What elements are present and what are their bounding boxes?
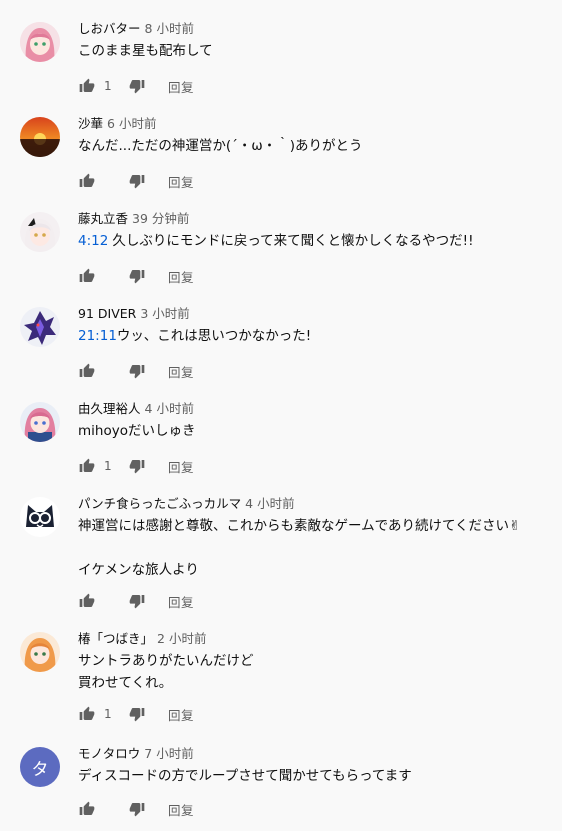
thumbs-up-icon[interactable]	[78, 362, 96, 380]
thumbs-up-icon[interactable]	[78, 172, 96, 190]
comment-time[interactable]: 39 分钟前	[132, 211, 189, 226]
thumbs-down-icon[interactable]	[128, 267, 146, 285]
comment-author[interactable]: しおバター	[78, 21, 141, 36]
avatar[interactable]	[20, 212, 60, 252]
comment-time[interactable]: 3 小时前	[140, 306, 189, 321]
comment-author[interactable]: 91 DIVER	[78, 306, 136, 321]
comment-toolbar: 回复	[78, 264, 194, 288]
like-count: 1	[104, 459, 112, 473]
comment-text: ディスコードの方でループさせて聞かせてもらってます	[78, 765, 554, 787]
comment-line: 21:11ウッ、これは思いつかなかった!	[78, 325, 554, 347]
comment-line: このまま星も配布して	[78, 43, 213, 59]
comment-line: ディスコードの方でループさせて聞かせてもらってます	[78, 768, 412, 784]
avatar[interactable]	[20, 402, 60, 442]
comment-text: mihoyoだいしゅき	[78, 420, 554, 442]
timestamp-link[interactable]: 21:11	[78, 328, 117, 344]
comment-time[interactable]: 2 小时前	[157, 631, 206, 646]
comment-toolbar: 1 回复	[78, 74, 194, 98]
thumbs-down-icon[interactable]	[128, 77, 146, 95]
comment-author[interactable]: モノタロウ	[78, 746, 140, 761]
comment-author[interactable]: 沙華	[78, 116, 103, 131]
comment-author[interactable]: 由久理裕人	[78, 401, 141, 416]
thumbs-down-icon[interactable]	[128, 592, 146, 610]
reply-button[interactable]: 回复	[168, 592, 194, 611]
thumbs-up-icon[interactable]	[78, 705, 96, 723]
comment-author[interactable]: 椿「つばき」	[78, 631, 153, 646]
comment-line-text: ウッ、これは思いつかなかった!	[116, 328, 312, 344]
avatar[interactable]: タ	[20, 747, 60, 787]
reply-button[interactable]: 回复	[168, 800, 194, 819]
comment-line: 4:12 久しぶりにモンドに戻って来て聞くと懐かしくなるやつだ!!	[78, 230, 554, 252]
avatar[interactable]	[20, 307, 60, 347]
reply-button[interactable]: 回复	[168, 267, 194, 286]
comment-line: 神運営には感謝と尊敬、これからも素敵なゲームであり続けてください✌	[78, 518, 521, 534]
comment-text: 神運営には感謝と尊敬、これからも素敵なゲームであり続けてください✌ イケメンな旅…	[78, 515, 554, 581]
thumbs-down-icon[interactable]	[128, 800, 146, 818]
timestamp-link[interactable]: 4:12	[78, 233, 108, 249]
comment-author[interactable]: パンチ食らったごふっカルマ	[78, 496, 241, 511]
comment-toolbar: 1 回复	[78, 702, 194, 726]
comment-line: mihoyoだいしゅき	[78, 423, 196, 439]
comment-toolbar: 回复	[78, 589, 194, 613]
comment-time[interactable]: 4 小时前	[145, 401, 194, 416]
comment-text: なんだ...ただの神運営か(´・ω・｀)ありがとう	[78, 135, 554, 157]
comment-time[interactable]: 7 小时前	[144, 746, 193, 761]
comment-time[interactable]: 6 小时前	[107, 116, 156, 131]
comment-time[interactable]: 8 小时前	[145, 21, 194, 36]
thumbs-down-icon[interactable]	[128, 705, 146, 723]
like-count: 1	[104, 79, 112, 93]
comment-toolbar: 回复	[78, 797, 194, 821]
reply-button[interactable]: 回复	[168, 362, 194, 381]
comment-list: しおバター 8 小时前 このまま星も配布して 1 回复 沙華 6 小时前 なんだ..…	[0, 0, 562, 831]
thumbs-up-icon[interactable]	[78, 267, 96, 285]
comment-toolbar: 回复	[78, 359, 194, 383]
thumbs-up-icon[interactable]	[78, 77, 96, 95]
avatar[interactable]	[20, 22, 60, 62]
comment-toolbar: 回复	[78, 169, 194, 193]
thumbs-up-icon[interactable]	[78, 457, 96, 475]
comment-author[interactable]: 藤丸立香	[78, 211, 128, 226]
thumbs-down-icon[interactable]	[128, 362, 146, 380]
reply-button[interactable]: 回复	[168, 457, 194, 476]
comment-line	[78, 537, 554, 559]
avatar[interactable]	[20, 117, 60, 157]
avatar[interactable]	[20, 497, 60, 537]
like-count: 1	[104, 707, 112, 721]
comment-text: 21:11ウッ、これは思いつかなかった!	[78, 325, 554, 347]
comment-line: なんだ...ただの神運営か(´・ω・｀)ありがとう	[78, 138, 363, 154]
reply-button[interactable]: 回复	[168, 172, 194, 191]
thumbs-down-icon[interactable]	[128, 457, 146, 475]
avatar[interactable]	[20, 632, 60, 672]
comment-text: サントラありがたいんだけど 買わせてくれ。	[78, 650, 554, 694]
reply-button[interactable]: 回复	[168, 77, 194, 96]
thumbs-up-icon[interactable]	[78, 800, 96, 818]
thumbs-up-icon[interactable]	[78, 592, 96, 610]
comment-line: サントラありがたいんだけど	[78, 653, 254, 669]
comment-line: 買わせてくれ。	[78, 675, 173, 691]
comment-text: このまま星も配布して	[78, 40, 554, 62]
avatar-letter: タ	[31, 759, 49, 780]
comment-time[interactable]: 4 小时前	[245, 496, 294, 511]
comment-text: 4:12 久しぶりにモンドに戻って来て聞くと懐かしくなるやつだ!!	[78, 230, 554, 252]
comment-toolbar: 1 回复	[78, 454, 194, 478]
comment-line: イケメンな旅人より	[78, 562, 199, 578]
reply-button[interactable]: 回复	[168, 705, 194, 724]
comment-line-text: 久しぶりにモンドに戻って来て聞くと懐かしくなるやつだ!!	[112, 233, 474, 249]
thumbs-down-icon[interactable]	[128, 172, 146, 190]
